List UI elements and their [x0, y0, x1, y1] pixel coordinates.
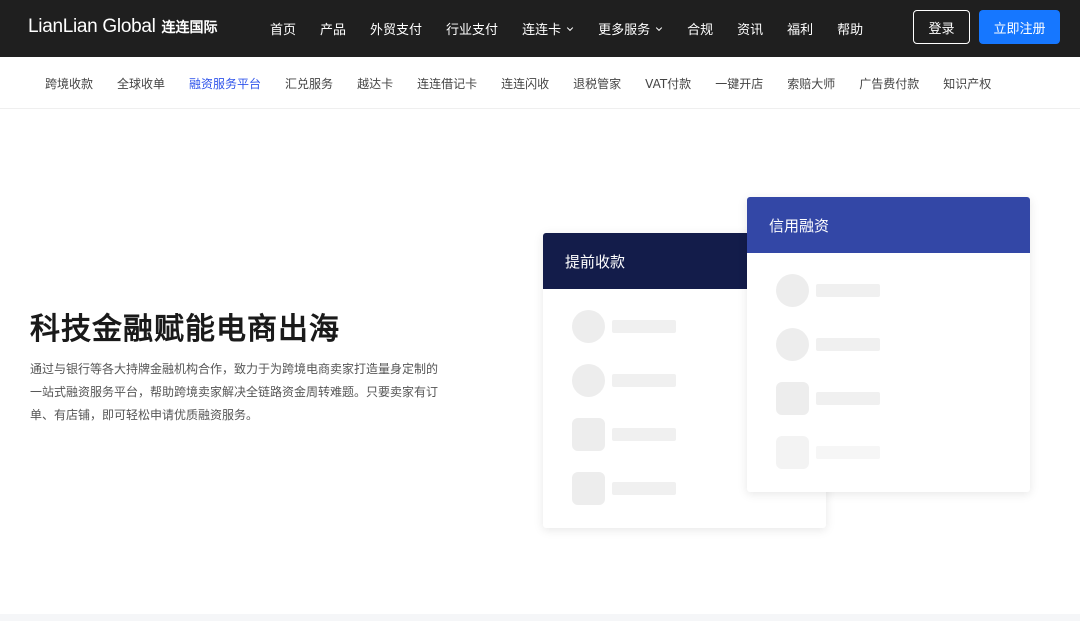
placeholder-avatar	[572, 310, 605, 343]
card-title: 提前收款	[565, 252, 626, 271]
product-subnav: 跨境收款 全球收单 融资服务平台 汇兑服务 越达卡 连连借记卡 连连闪收 退税管…	[0, 57, 1080, 109]
hero-description: 通过与银行等各大持牌金融机构合作，致力于为跨境电商卖家打造量身定制的一站式融资服…	[30, 362, 439, 422]
nav-item-news[interactable]: 资讯	[725, 0, 775, 57]
subnav-item-claims-master[interactable]: 索赔大师	[775, 75, 847, 92]
placeholder-line	[612, 482, 676, 495]
nav-item-trade-payment[interactable]: 外贸支付	[358, 0, 434, 57]
top-nav-bar: LianLian Global 连连国际 首页 产品 外贸支付 行业支付 连连卡…	[0, 0, 1080, 57]
subnav-item-fx-service[interactable]: 汇兑服务	[273, 75, 345, 92]
nav-item-products[interactable]: 产品	[308, 0, 358, 57]
placeholder-row	[776, 436, 880, 469]
subnav-item-yueda-card[interactable]: 越达卡	[345, 75, 405, 92]
subnav-item-flash-collect[interactable]: 连连闪收	[489, 75, 561, 92]
nav-item-compliance[interactable]: 合规	[675, 0, 725, 57]
login-button[interactable]: 登录	[913, 10, 970, 44]
placeholder-avatar	[776, 328, 809, 361]
subnav-item-cross-border-collection[interactable]: 跨境收款	[33, 75, 105, 92]
nav-label: 更多服务	[598, 23, 651, 38]
chevron-down-icon	[655, 26, 663, 31]
placeholder-line	[816, 284, 880, 297]
card-title: 信用融资	[769, 216, 830, 235]
logo-text-cn: 连连国际	[161, 20, 218, 36]
subnav-item-global-acquiring[interactable]: 全球收单	[105, 75, 177, 92]
nav-label: 外贸支付	[370, 23, 423, 38]
chevron-down-icon	[566, 26, 574, 31]
placeholder-avatar	[776, 274, 809, 307]
subnav-item-financing-platform[interactable]: 融资服务平台	[177, 75, 273, 92]
placeholder-line	[816, 446, 880, 459]
nav-label: 帮助	[837, 23, 864, 38]
subnav-item-ip[interactable]: 知识产权	[931, 75, 1003, 92]
placeholder-line	[612, 320, 676, 333]
placeholder-row	[572, 472, 676, 505]
placeholder-thumb	[572, 418, 605, 451]
register-button[interactable]: 立即注册	[979, 10, 1060, 44]
subnav-item-debit-card[interactable]: 连连借记卡	[405, 75, 489, 92]
brand-logo[interactable]: LianLian Global 连连国际	[28, 16, 218, 38]
placeholder-line	[816, 392, 880, 405]
nav-label: 资讯	[737, 23, 764, 38]
placeholder-line	[612, 428, 676, 441]
placeholder-row	[572, 310, 676, 343]
card-header: 信用融资	[747, 197, 1030, 253]
section-divider	[0, 614, 1080, 621]
placeholder-row	[776, 274, 880, 307]
nav-label: 行业支付	[446, 23, 499, 38]
main-nav: 首页 产品 外贸支付 行业支付 连连卡 更多服务 合规 资讯 福利 帮助	[258, 0, 875, 57]
nav-item-more-services[interactable]: 更多服务	[586, 0, 675, 57]
hero-title: 科技金融赋能电商出海	[30, 312, 340, 347]
placeholder-row	[776, 382, 880, 415]
credit-financing-card: 信用融资	[747, 197, 1030, 492]
placeholder-line	[816, 338, 880, 351]
nav-label: 产品	[320, 23, 347, 38]
nav-label: 合规	[687, 23, 714, 38]
placeholder-thumb	[776, 382, 809, 415]
placeholder-row	[572, 364, 676, 397]
nav-item-benefits[interactable]: 福利	[775, 0, 825, 57]
subnav-item-ad-payment[interactable]: 广告费付款	[847, 75, 931, 92]
nav-label: 福利	[787, 23, 814, 38]
placeholder-thumb	[572, 472, 605, 505]
nav-item-help[interactable]: 帮助	[825, 0, 875, 57]
subnav-item-vat-payment[interactable]: VAT付款	[633, 75, 703, 92]
subnav-item-one-click-store[interactable]: 一键开店	[703, 75, 775, 92]
placeholder-avatar	[572, 364, 605, 397]
nav-item-home[interactable]: 首页	[258, 0, 308, 57]
subnav-item-tax-refund[interactable]: 退税管家	[561, 75, 633, 92]
placeholder-row	[572, 418, 676, 451]
placeholder-row	[776, 328, 880, 361]
nav-item-lianlian-card[interactable]: 连连卡	[510, 0, 586, 57]
nav-label: 连连卡	[522, 23, 562, 38]
nav-label: 首页	[270, 23, 297, 38]
logo-text-en: LianLian Global	[28, 16, 156, 37]
placeholder-thumb	[776, 436, 809, 469]
placeholder-line	[612, 374, 676, 387]
nav-item-industry-payment[interactable]: 行业支付	[434, 0, 510, 57]
